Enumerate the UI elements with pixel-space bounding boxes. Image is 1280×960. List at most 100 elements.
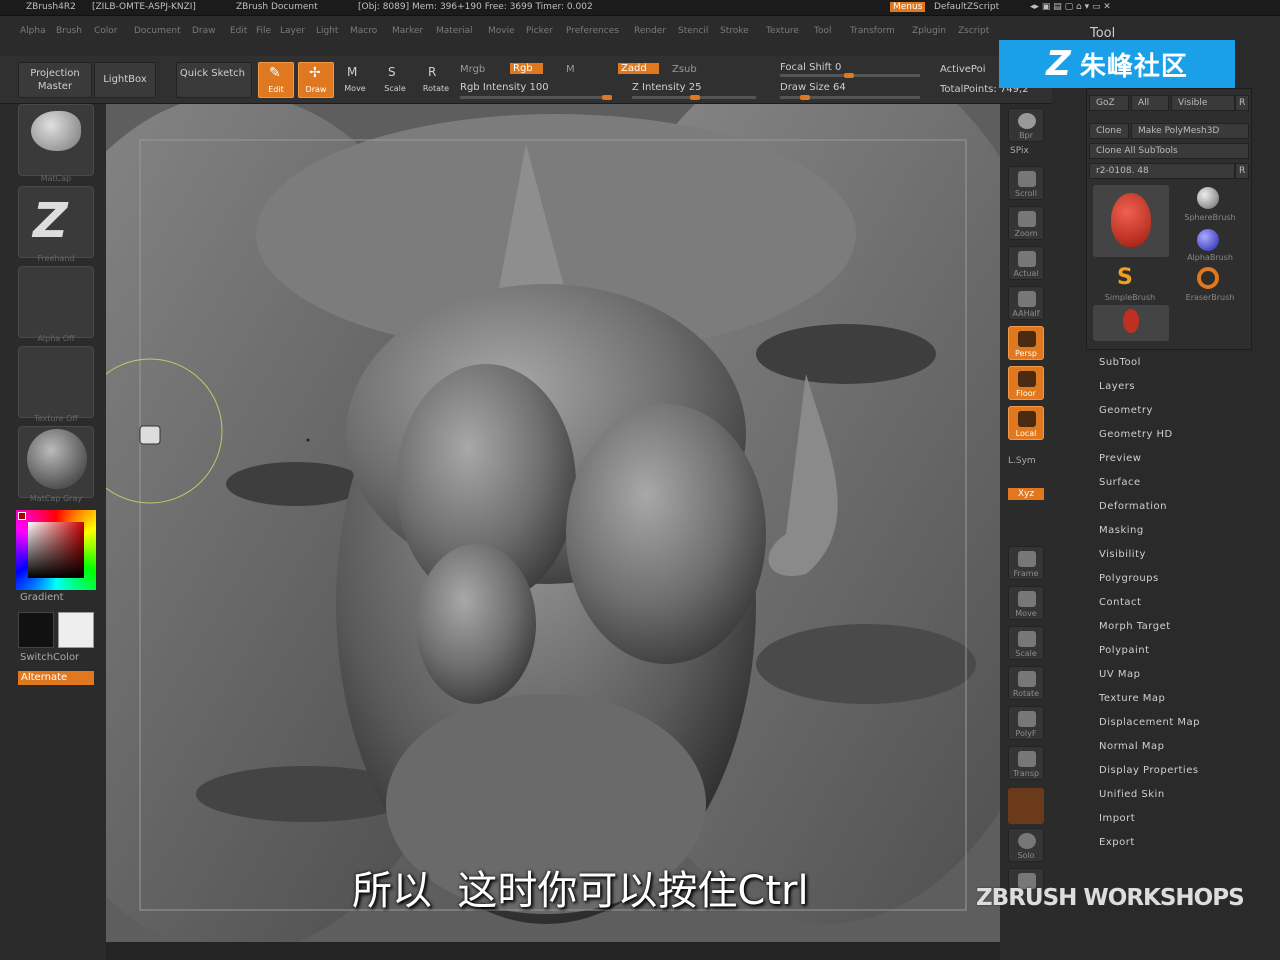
- draw-size-slider[interactable]: Draw Size 64: [780, 82, 846, 93]
- section-uv-map[interactable]: UV Map: [1099, 669, 1140, 680]
- section-polypaint[interactable]: Polypaint: [1099, 645, 1150, 656]
- menu-marker[interactable]: Marker: [392, 26, 423, 36]
- rotate-button[interactable]: R Rotate: [418, 62, 454, 98]
- bpr-button[interactable]: Bpr: [1008, 108, 1044, 142]
- menu-preferences[interactable]: Preferences: [566, 26, 619, 36]
- sphere-brush-icon[interactable]: [1197, 187, 1219, 209]
- color-picker[interactable]: [16, 510, 96, 590]
- menu-edit[interactable]: Edit: [230, 26, 247, 36]
- menu-render[interactable]: Render: [634, 26, 666, 36]
- polyf-button[interactable]: PolyF: [1008, 706, 1044, 740]
- section-layers[interactable]: Layers: [1099, 381, 1135, 392]
- scroll-button[interactable]: Scroll: [1008, 166, 1044, 200]
- simple-brush-icon[interactable]: S: [1117, 265, 1133, 290]
- tool-panel-header[interactable]: Tool: [1090, 26, 1115, 41]
- alpha-thumbnail[interactable]: [18, 266, 94, 338]
- menu-tool[interactable]: Tool: [814, 26, 831, 36]
- menu-transform[interactable]: Transform: [850, 26, 895, 36]
- secondary-color-swatch[interactable]: [58, 612, 94, 648]
- section-geometry-hd[interactable]: Geometry HD: [1099, 429, 1173, 440]
- move-view-button[interactable]: Move: [1008, 586, 1044, 620]
- spix-slider[interactable]: SPix: [1010, 146, 1029, 156]
- menu-alpha[interactable]: Alpha: [20, 26, 46, 36]
- rotate-view-button[interactable]: Rotate: [1008, 666, 1044, 700]
- lightbox-button[interactable]: LightBox: [94, 62, 156, 98]
- section-export[interactable]: Export: [1099, 837, 1135, 848]
- z-intensity-track[interactable]: [632, 95, 756, 100]
- frame-button[interactable]: Frame: [1008, 546, 1044, 580]
- gradient-label[interactable]: Gradient: [20, 592, 64, 603]
- menu-file[interactable]: File: [256, 26, 271, 36]
- focal-shift-track[interactable]: [780, 73, 920, 78]
- current-tool-slider[interactable]: r2-0108. 48: [1089, 163, 1235, 179]
- r-button[interactable]: R: [1235, 95, 1249, 111]
- rgb-intensity-slider[interactable]: Rgb Intensity 100: [460, 82, 549, 93]
- canvas-viewport[interactable]: [106, 104, 1000, 942]
- color-saturation-square[interactable]: [28, 522, 84, 578]
- menu-stencil[interactable]: Stencil: [678, 26, 708, 36]
- solo-button[interactable]: Solo: [1008, 828, 1044, 862]
- section-polygroups[interactable]: Polygroups: [1099, 573, 1159, 584]
- texture-thumbnail[interactable]: [18, 346, 94, 418]
- main-color-swatch[interactable]: [18, 612, 54, 648]
- actual-button[interactable]: Actual: [1008, 246, 1044, 280]
- menu-texture[interactable]: Texture: [766, 26, 799, 36]
- ghost-toggle[interactable]: [1008, 788, 1044, 824]
- section-contact[interactable]: Contact: [1099, 597, 1141, 608]
- draw-size-track[interactable]: [780, 95, 920, 100]
- local-button[interactable]: Local: [1008, 406, 1044, 440]
- r-button-2[interactable]: R: [1235, 163, 1249, 179]
- persp-button[interactable]: Persp: [1008, 326, 1044, 360]
- section-texture-map[interactable]: Texture Map: [1099, 693, 1165, 704]
- section-surface[interactable]: Surface: [1099, 477, 1141, 488]
- menu-macro[interactable]: Macro: [350, 26, 377, 36]
- section-masking[interactable]: Masking: [1099, 525, 1144, 536]
- section-deformation[interactable]: Deformation: [1099, 501, 1167, 512]
- eraser-brush-icon[interactable]: [1197, 267, 1219, 289]
- zoom-button[interactable]: Zoom: [1008, 206, 1044, 240]
- menu-zscript[interactable]: Zscript: [958, 26, 989, 36]
- menu-document[interactable]: Document: [134, 26, 181, 36]
- mrgb-toggle[interactable]: Mrgb: [460, 64, 485, 75]
- clone-button[interactable]: Clone: [1089, 123, 1129, 139]
- goz-button[interactable]: GoZ: [1089, 95, 1129, 111]
- material-thumbnail[interactable]: [18, 104, 94, 176]
- quick-sketch-button[interactable]: Quick Sketch: [176, 62, 252, 98]
- menu-stroke[interactable]: Stroke: [720, 26, 749, 36]
- z-intensity-slider[interactable]: Z Intensity 25: [632, 82, 701, 93]
- section-visibility[interactable]: Visibility: [1099, 549, 1146, 560]
- rgb-intensity-track[interactable]: [460, 95, 612, 100]
- edit-button[interactable]: ✎ Edit: [258, 62, 294, 98]
- focal-shift-slider[interactable]: Focal Shift 0: [780, 62, 841, 73]
- menu-material[interactable]: Material: [436, 26, 473, 36]
- draw-button[interactable]: ✢ Draw: [298, 62, 334, 98]
- menu-light[interactable]: Light: [316, 26, 338, 36]
- make-polymesh-button[interactable]: Make PolyMesh3D: [1131, 123, 1249, 139]
- menu-brush[interactable]: Brush: [56, 26, 82, 36]
- rgb-toggle[interactable]: Rgb: [510, 63, 543, 74]
- section-display-properties[interactable]: Display Properties: [1099, 765, 1199, 776]
- menu-draw[interactable]: Draw: [192, 26, 216, 36]
- section-preview[interactable]: Preview: [1099, 453, 1141, 464]
- aahalf-button[interactable]: AAHalf: [1008, 286, 1044, 320]
- section-displacement-map[interactable]: Displacement Map: [1099, 717, 1200, 728]
- section-normal-map[interactable]: Normal Map: [1099, 741, 1164, 752]
- matcap-thumbnail[interactable]: [18, 426, 94, 498]
- scale-view-button[interactable]: Scale: [1008, 626, 1044, 660]
- menu-layer[interactable]: Layer: [280, 26, 305, 36]
- current-tool-thumbnail[interactable]: [1093, 185, 1169, 257]
- xyz-button[interactable]: Xyz: [1008, 488, 1044, 500]
- m-toggle[interactable]: M: [566, 64, 575, 75]
- subtool-thumbnail[interactable]: [1093, 305, 1169, 341]
- clone-all-subtools-button[interactable]: Clone All SubTools: [1089, 143, 1249, 159]
- default-script-button[interactable]: DefaultZScript: [934, 2, 999, 12]
- menu-picker[interactable]: Picker: [526, 26, 553, 36]
- window-controls[interactable]: ◂▸ ▣ ▤ ▢ ⌂ ▾ ▭ ✕: [1030, 2, 1111, 12]
- menu-color[interactable]: Color: [94, 26, 118, 36]
- section-geometry[interactable]: Geometry: [1099, 405, 1153, 416]
- visible-button[interactable]: Visible: [1171, 95, 1235, 111]
- transp-button[interactable]: Transp: [1008, 746, 1044, 780]
- section-import[interactable]: Import: [1099, 813, 1135, 824]
- section-morph-target[interactable]: Morph Target: [1099, 621, 1171, 632]
- stroke-thumbnail[interactable]: Z: [18, 186, 94, 258]
